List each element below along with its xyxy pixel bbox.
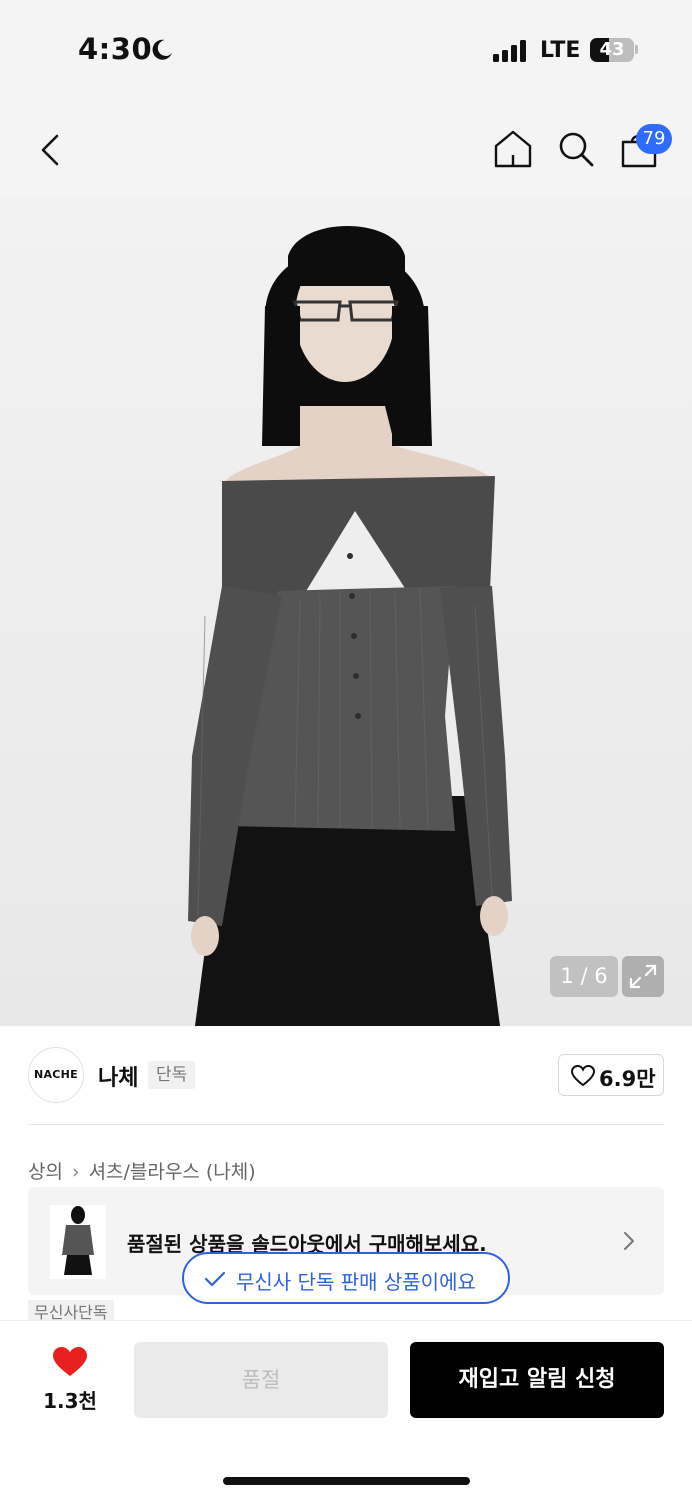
battery-tip — [635, 45, 638, 54]
restock-alert-button[interactable]: 재입고 알림 신청 — [410, 1342, 664, 1418]
model-photo — [188, 226, 512, 1026]
battery-icon: 43 — [590, 38, 634, 62]
product-thumbnail — [50, 1205, 106, 1279]
signal-icon — [493, 40, 529, 62]
breadcrumb-level1[interactable]: 상의 — [28, 1161, 63, 1183]
back-icon[interactable] — [30, 130, 70, 170]
chevron-right-icon — [624, 1232, 634, 1250]
brand-logo[interactable]: NACHE — [28, 1047, 84, 1103]
chevron-right-icon: › — [71, 1161, 80, 1183]
cart-count-badge: 79 — [636, 124, 672, 154]
search-icon[interactable] — [555, 128, 597, 170]
heart-filled-icon[interactable] — [52, 1346, 88, 1378]
exclusive-notice-pill: 무신사 단독 판매 상품이에요 — [182, 1252, 510, 1304]
exclusive-notice-text: 무신사 단독 판매 상품이에요 — [236, 1270, 476, 1294]
exclusive-tag: 단독 — [148, 1061, 196, 1089]
brand-like-button[interactable]: 6.9만 — [558, 1054, 664, 1096]
product-image[interactable] — [0, 196, 692, 1026]
breadcrumb-level2[interactable]: 셔츠/블라우스 (나체) — [89, 1161, 256, 1183]
check-icon — [204, 1271, 226, 1287]
divider — [28, 1124, 664, 1125]
expand-icon[interactable] — [622, 956, 664, 997]
home-indicator — [223, 1477, 470, 1485]
brand-like-count: 6.9만 — [599, 1067, 656, 1091]
image-counter: 1 / 6 — [550, 956, 618, 997]
soldout-button[interactable]: 품절 — [134, 1342, 388, 1418]
status-time: 4:30 — [78, 32, 153, 66]
heart-outline-icon — [571, 1065, 595, 1087]
network-type: LTE — [540, 38, 581, 63]
wish-count: 1.3천 — [43, 1389, 97, 1413]
home-icon[interactable] — [492, 128, 534, 170]
battery-level: 43 — [599, 39, 625, 60]
brand-name[interactable]: 나체 — [98, 1060, 138, 1092]
breadcrumb: 상의 › 셔츠/블라우스 (나체) — [28, 1157, 256, 1184]
moon-icon — [152, 39, 172, 60]
